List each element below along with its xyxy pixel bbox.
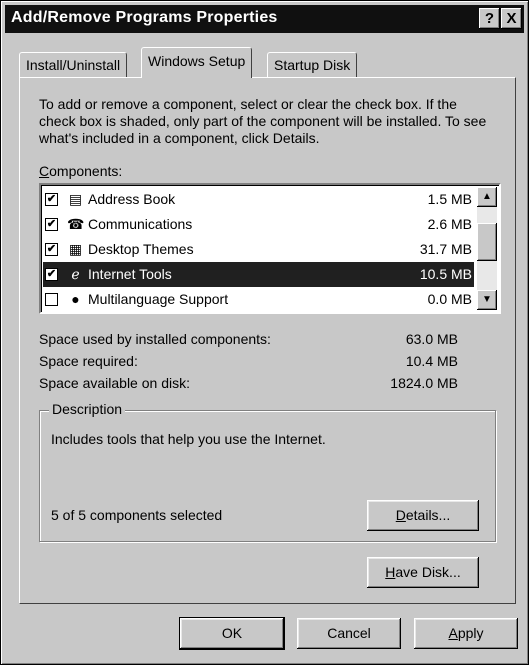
space-available-value: 1824.0 MB [390,375,458,391]
description-title: Description [49,401,126,417]
selected-count: 5 of 5 components selected [51,507,223,523]
scroll-up-button[interactable]: ▲ [477,187,497,207]
details-button[interactable]: Details... [367,500,479,531]
ok-button[interactable]: OK [179,617,285,650]
space-required-value: 10.4 MB [405,353,458,369]
space-required-label: Space required: [39,353,138,369]
space-available-label: Space available on disk: [39,375,190,391]
components-label: Components: [39,163,123,179]
component-size: 2.6 MB [427,216,472,232]
component-size: 31.7 MB [419,241,472,257]
component-size: 0.0 MB [427,291,472,307]
intro-text: To add or remove a component, select or … [39,96,487,146]
component-name: Multilanguage Support [88,291,229,307]
title-bar[interactable]: Add/Remove Programs Properties ? X [5,5,524,33]
checkbox[interactable] [45,293,58,306]
address-book-icon: ▤ [68,191,83,207]
space-used-label: Space used by installed components: [39,331,271,347]
window-title: Add/Remove Programs Properties [11,9,278,26]
tab-install-uninstall[interactable]: Install/Uninstall [19,52,128,78]
tab-startup-disk[interactable]: Startup Disk [267,52,358,78]
internet-tools-icon: ℯ [71,266,80,282]
space-used-value: 63.0 MB [405,331,458,347]
description-text: Includes tools that help you use the Int… [51,431,326,447]
close-button[interactable]: X [501,8,522,29]
list-item[interactable]: ● Multilanguage Support 0.0 MB [43,287,474,312]
checkbox[interactable]: ✔ [45,268,58,281]
properties-dialog: Add/Remove Programs Properties ? X Insta… [0,0,529,665]
list-item[interactable]: ✔ ☎ Communications 2.6 MB [43,212,474,237]
component-name: Internet Tools [88,266,172,282]
communications-icon: ☎ [67,216,85,232]
component-size: 1.5 MB [427,191,472,207]
scroll-thumb[interactable] [477,223,497,261]
scroll-down-button[interactable]: ▼ [477,290,497,310]
checkbox[interactable]: ✔ [45,218,58,231]
list-item[interactable]: ✔ ▦ Desktop Themes 31.7 MB [43,237,474,262]
cancel-button[interactable]: Cancel [297,618,401,649]
components-list[interactable]: ✔ ▤ Address Book 1.5 MB ✔ ☎ Communicatio… [39,183,501,314]
globe-icon: ● [71,291,80,307]
help-button[interactable]: ? [479,8,500,29]
component-size: 10.5 MB [419,266,472,282]
component-name: Communications [88,216,193,232]
have-disk-button[interactable]: Have Disk... [367,557,479,588]
list-item[interactable]: ✔ ▤ Address Book 1.5 MB [43,187,474,212]
desktop-themes-icon: ▦ [68,241,83,257]
list-item-selected[interactable]: ✔ ℯ Internet Tools 10.5 MB [43,262,474,287]
vertical-scrollbar[interactable]: ▲ ▼ [477,187,497,310]
checkbox[interactable]: ✔ [45,193,58,206]
component-name: Desktop Themes [88,241,194,257]
checkbox[interactable]: ✔ [45,243,58,256]
apply-button[interactable]: Apply [414,618,518,649]
tab-windows-setup[interactable]: Windows Setup [141,47,253,78]
component-name: Address Book [88,191,176,207]
